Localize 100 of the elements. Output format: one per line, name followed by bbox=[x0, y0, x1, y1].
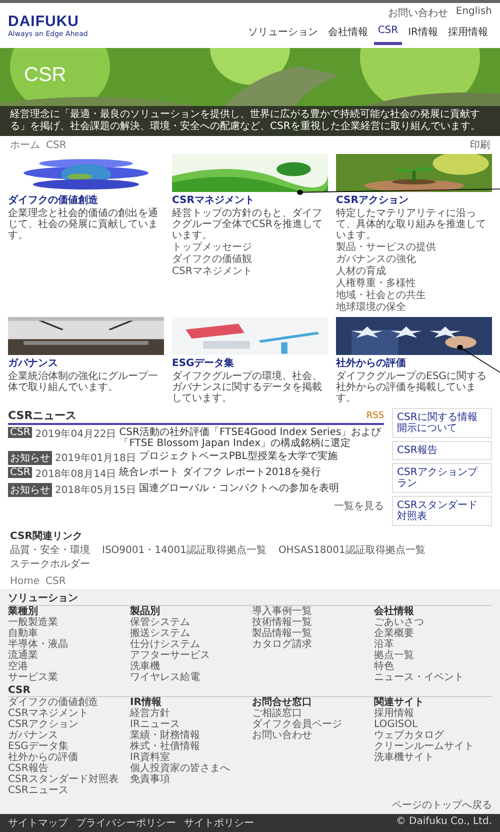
utility-link[interactable]: English bbox=[456, 6, 492, 20]
bottom-link[interactable]: プライバシーポリシー bbox=[76, 816, 176, 830]
footer-link[interactable]: お問い合わせ bbox=[252, 730, 370, 741]
card-link[interactable]: 人材の育成 bbox=[336, 266, 492, 277]
utility-link[interactable]: お問い合わせ bbox=[388, 6, 448, 20]
rss-link[interactable]: RSS bbox=[366, 410, 384, 420]
footer-link[interactable]: 搬送システム bbox=[130, 628, 248, 639]
breadcrumb-link[interactable]: CSR bbox=[46, 140, 66, 150]
footer-link[interactable]: CSR報告 bbox=[8, 763, 126, 774]
footer-link[interactable]: 免責事項 bbox=[130, 774, 248, 785]
footer-link[interactable]: ワイヤレス給電 bbox=[130, 672, 248, 683]
footer-link[interactable]: 一般製造業 bbox=[8, 617, 126, 628]
card-title[interactable]: CSRアクション bbox=[336, 193, 492, 207]
side-link[interactable]: CSRアクションプラン bbox=[392, 463, 492, 493]
more-link[interactable]: 一覧を見る bbox=[334, 499, 384, 513]
footer-link[interactable]: クリーンルームサイト bbox=[374, 741, 492, 752]
logo[interactable]: DAIFUKU bbox=[8, 13, 88, 30]
nav-tab[interactable]: 会社情報 bbox=[324, 22, 372, 45]
footer-link[interactable]: 経営方針 bbox=[130, 708, 248, 719]
card-link[interactable]: 製品・サービスの提供 bbox=[336, 242, 492, 253]
card-link[interactable]: ダイフクの価値観 bbox=[172, 254, 328, 265]
nav-tab[interactable]: IR情報 bbox=[404, 22, 442, 45]
footer-link[interactable]: ガバナンス bbox=[8, 730, 126, 741]
footer-link[interactable]: CSRスタンダード対照表 bbox=[8, 774, 126, 785]
footer-link[interactable]: ダイフク会員ページ bbox=[252, 719, 370, 730]
side-link[interactable]: CSRに関する情報開示について bbox=[392, 408, 492, 438]
footer-link[interactable]: ウェブカタログ bbox=[374, 730, 492, 741]
footer-link[interactable]: 技術情報一覧 bbox=[252, 617, 370, 628]
footer-link[interactable]: 企業概要 bbox=[374, 628, 492, 639]
footer-link[interactable]: ごあいさつ bbox=[374, 617, 492, 628]
side-link[interactable]: CSRスタンダード対照表 bbox=[392, 496, 492, 526]
footer-link[interactable]: ニュース・イベント bbox=[374, 672, 492, 683]
footer-link[interactable]: 特色 bbox=[374, 661, 492, 672]
related-link[interactable]: OHSAS18001認証取得拠点一覧 bbox=[278, 543, 426, 557]
footer-link[interactable]: LOGISOL bbox=[374, 719, 492, 730]
breadcrumb-link[interactable]: CSR bbox=[46, 576, 66, 587]
footer-section-title[interactable]: ソリューション bbox=[8, 591, 492, 606]
card-title[interactable]: ダイフクの価値創造 bbox=[8, 193, 164, 207]
card-link[interactable]: 地域・社会との共生 bbox=[336, 290, 492, 301]
card-title[interactable]: ガバナンス bbox=[8, 356, 164, 370]
footer-link[interactable]: 半導体・液晶 bbox=[8, 639, 126, 650]
footer-link[interactable]: カタログ請求 bbox=[252, 639, 370, 650]
bottom-link[interactable]: サイトポリシー bbox=[184, 816, 254, 830]
card-title[interactable]: 社外からの評価 bbox=[336, 356, 492, 370]
footer-link[interactable]: アフターサービス bbox=[130, 650, 248, 661]
card-description: 経営トップの方針のもと、ダイフクグループ全体でCSRを推進しています。 bbox=[172, 208, 324, 241]
news-link[interactable]: プロジェクトベースPBL型授業を大学で実施 bbox=[138, 451, 338, 462]
footer-link[interactable]: 拠点一覧 bbox=[374, 650, 492, 661]
news-link[interactable]: CSR活動の社外評価「FTSE4Good Index Series」および「FTSE Blossom Japan Index」の構成銘柄に選定 bbox=[119, 427, 384, 449]
hero-title: CSR bbox=[23, 63, 66, 87]
footer-link[interactable]: 業績・財務情報 bbox=[130, 730, 248, 741]
card-link[interactable]: 人権尊重・多様性 bbox=[336, 278, 492, 289]
footer-link[interactable]: CSRマネジメント bbox=[8, 708, 126, 719]
card-title[interactable]: CSRマネジメント bbox=[172, 193, 328, 207]
footer-link[interactable]: 流通業 bbox=[8, 650, 126, 661]
footer-link[interactable]: 沿革 bbox=[374, 639, 492, 650]
footer-link[interactable]: 自動車 bbox=[8, 628, 126, 639]
nav-tab[interactable]: CSR bbox=[374, 22, 402, 45]
card-link[interactable]: ガバナンスの強化 bbox=[336, 254, 492, 265]
print-link[interactable]: 印刷 bbox=[470, 138, 490, 152]
news-date: 2018年05月15日 bbox=[55, 484, 136, 497]
footer-link[interactable]: 個人投資家の皆さまへ bbox=[130, 763, 248, 774]
footer-link[interactable]: CSRニュース bbox=[8, 785, 126, 796]
card-title[interactable]: ESGデータ集 bbox=[172, 356, 328, 370]
card-link[interactable]: CSRマネジメント bbox=[172, 266, 328, 277]
footer-link[interactable]: 仕分けシステム bbox=[130, 639, 248, 650]
footer-link[interactable]: 空港 bbox=[8, 661, 126, 672]
news-link[interactable]: 統合レポート ダイフク レポート2018を発行 bbox=[119, 467, 321, 478]
footer-link[interactable]: IR資料室 bbox=[130, 752, 248, 763]
footer-link[interactable]: ダイフクの価値創造 bbox=[8, 697, 126, 708]
footer-link[interactable]: 社外からの評価 bbox=[8, 752, 126, 763]
footer-link[interactable]: 洗車機 bbox=[130, 661, 248, 672]
related-link[interactable]: ISO9001・14001認証取得拠点一覧 bbox=[102, 543, 266, 557]
footer-link[interactable]: 採用情報 bbox=[374, 708, 492, 719]
card-link[interactable]: トップメッセージ bbox=[172, 242, 328, 253]
nav-tab[interactable]: 採用情報 bbox=[444, 22, 492, 45]
footer-heading: 製品別 bbox=[130, 606, 161, 617]
footer-link[interactable]: ESGデータ集 bbox=[8, 741, 126, 752]
card-description: ダイフクグループのESGに関する社外からの評価を掲載しています。 bbox=[336, 371, 488, 404]
footer-link[interactable]: 保管システム bbox=[130, 617, 248, 628]
related-link[interactable]: 品質・安全・環境 bbox=[10, 543, 90, 557]
footer-link[interactable]: CSRアクション bbox=[8, 719, 126, 730]
news-tag: お知らせ bbox=[8, 483, 52, 497]
news-link[interactable]: 国連グローバル・コンパクトへの参加を表明 bbox=[138, 483, 339, 494]
side-link[interactable]: CSR報告 bbox=[392, 441, 492, 460]
related-link[interactable]: ステークホルダー bbox=[10, 557, 90, 571]
page-top-link[interactable]: ページのトップへ戻る bbox=[392, 798, 492, 812]
footer-link[interactable]: 導入事例一覧 bbox=[252, 606, 370, 617]
breadcrumb-link[interactable]: Home bbox=[10, 576, 40, 587]
footer-link[interactable]: 製品情報一覧 bbox=[252, 628, 370, 639]
breadcrumb-link[interactable]: ホーム bbox=[10, 138, 40, 152]
footer-link[interactable]: IRニュース bbox=[130, 719, 248, 730]
footer-link[interactable]: サービス業 bbox=[8, 672, 126, 683]
footer-link[interactable]: 株式・社債情報 bbox=[130, 741, 248, 752]
nav-tab[interactable]: ソリューション bbox=[244, 22, 322, 45]
card-link[interactable]: 地球環境の保全 bbox=[336, 302, 492, 313]
footer-section-title[interactable]: CSR bbox=[8, 685, 492, 697]
bottom-link[interactable]: サイトマップ bbox=[8, 816, 68, 830]
footer-link[interactable]: 洗車機サイト bbox=[374, 752, 492, 763]
footer-link[interactable]: ご相談窓口 bbox=[252, 708, 370, 719]
